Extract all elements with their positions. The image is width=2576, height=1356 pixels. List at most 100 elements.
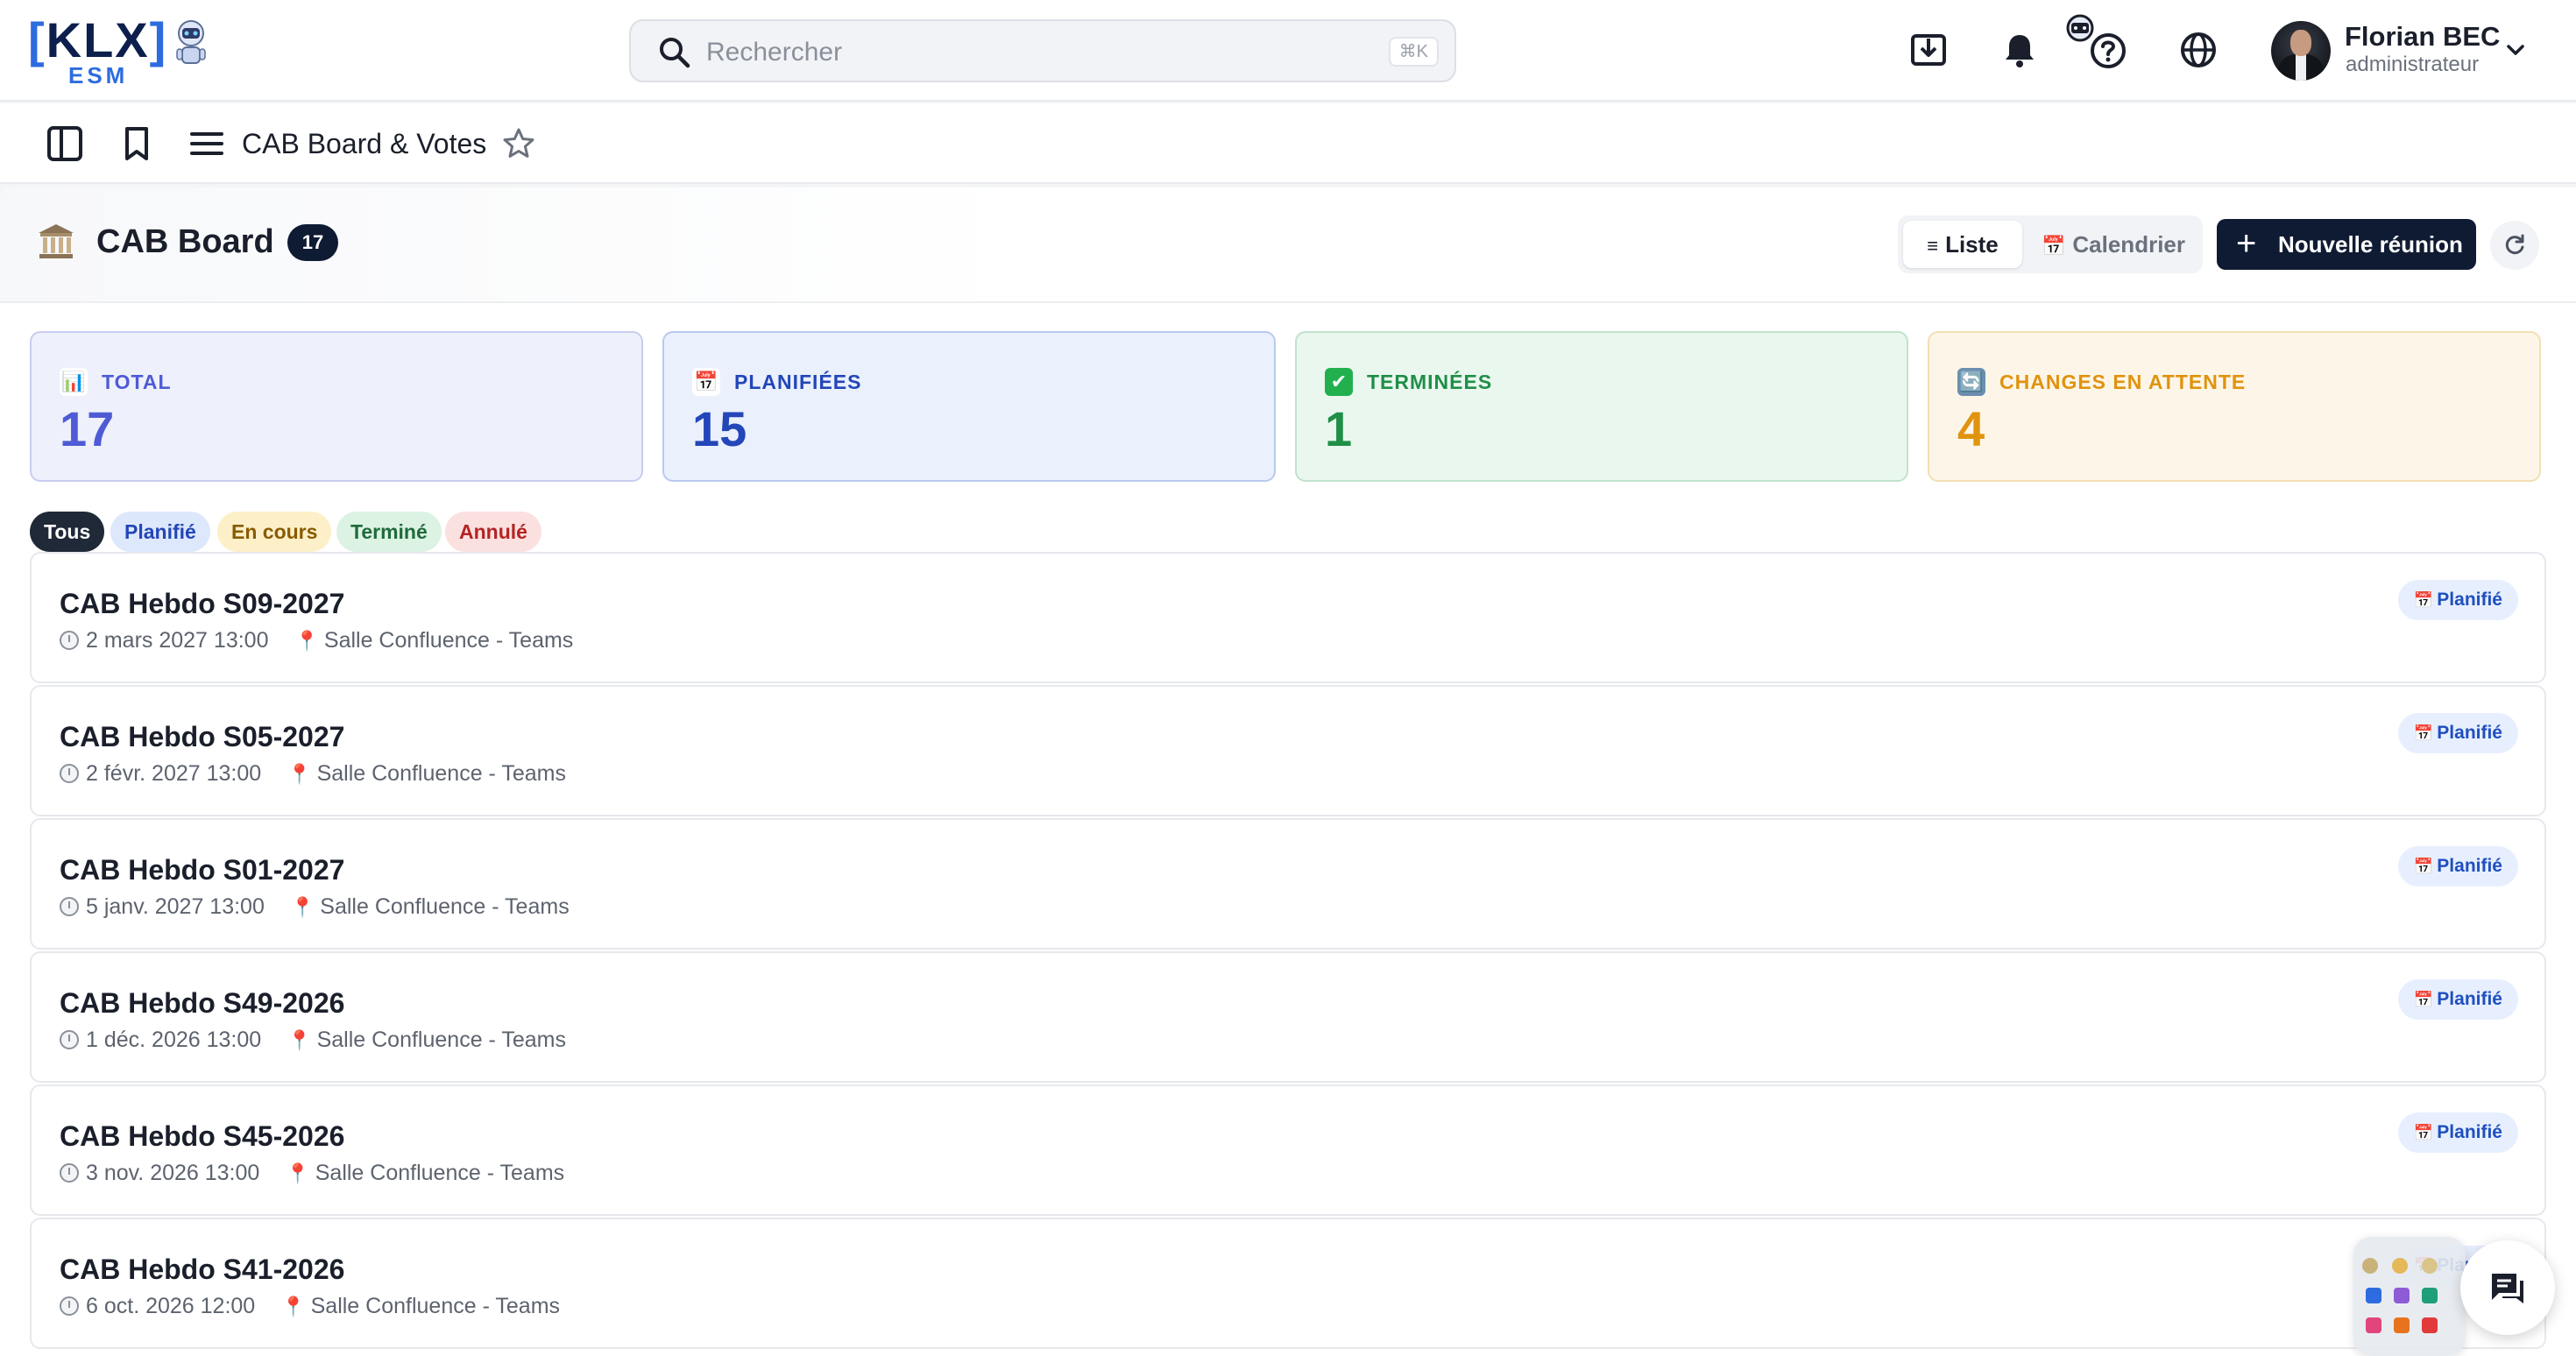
logo-klx: [KLX] — [28, 12, 168, 67]
meeting-location: Salle Confluence - Teams — [315, 1161, 565, 1185]
meeting-title[interactable]: CAB Hebdo S01-2027 — [60, 853, 344, 886]
status-badge: 📅Planifié — [2397, 979, 2518, 1020]
clock-icon — [60, 1163, 79, 1183]
calendar-icon: 📅 — [2041, 235, 2066, 257]
search-shortcut: ⌘K — [1388, 37, 1439, 67]
clock-icon — [60, 897, 79, 916]
location-pin-icon: 📍 — [294, 630, 319, 652]
stat-label: PLANIFIÉES — [734, 371, 862, 393]
page-title: CAB Board — [96, 223, 274, 260]
search-icon — [660, 38, 690, 68]
list-icon: ≡ — [1927, 235, 1939, 257]
robot-help-icon[interactable] — [2061, 11, 2131, 74]
search-placeholder[interactable]: Rechercher — [706, 39, 842, 67]
menu-icon[interactable] — [186, 123, 228, 165]
sidebar-toggle-icon[interactable] — [44, 123, 86, 165]
location-pin-icon: 📍 — [290, 896, 315, 918]
meeting-title[interactable]: CAB Hebdo S49-2026 — [60, 986, 344, 1020]
bookmark-icon[interactable] — [116, 123, 158, 165]
meeting-title[interactable]: CAB Hebdo S09-2027 — [60, 587, 344, 620]
user-name[interactable]: Florian BEC — [2345, 21, 2500, 53]
meeting-date: 2 févr. 2027 13:00 — [86, 761, 262, 786]
calendar-icon: 📅 — [2413, 1124, 2434, 1141]
globe-icon[interactable] — [2175, 26, 2222, 74]
meeting-row[interactable]: CAB Hebdo S09-2027 2 mars 2027 13:00 📍 Sall… — [30, 552, 2546, 683]
refresh-icon — [2505, 234, 2524, 255]
apps-launcher-widget[interactable] — [2353, 1237, 2466, 1356]
clock-icon — [60, 1296, 79, 1316]
filter-chip-planifi-[interactable]: Planifié — [110, 512, 210, 552]
global-search[interactable]: Rechercher ⌘K — [629, 19, 1456, 82]
filter-chip-tous[interactable]: Tous — [30, 512, 105, 552]
stat-value: 4 — [1957, 401, 1985, 456]
stat-card-3[interactable]: 🔄 CHANGES EN ATTENTE 4 — [1928, 331, 2541, 482]
meeting-meta: 5 janv. 2027 13:00 📍 Salle Confluence - Te… — [60, 893, 570, 921]
chat-bubble-icon — [2492, 1274, 2523, 1303]
location-pin-icon: 📍 — [287, 1029, 312, 1051]
download-icon[interactable] — [1905, 26, 1952, 74]
meeting-location: Salle Confluence - Teams — [316, 1028, 566, 1052]
meeting-location: Salle Confluence - Teams — [320, 894, 570, 919]
stat-card-2[interactable]: ✔ TERMINÉES 1 — [1295, 331, 1908, 482]
meeting-date: 1 déc. 2026 13:00 — [86, 1028, 262, 1052]
meeting-meta: 3 nov. 2026 13:00 📍 Salle Confluence - Tea… — [60, 1160, 564, 1187]
main-panel: CAB Board 17 ≡ Liste 📅 Calendrier + Nouvel… — [0, 187, 2576, 1356]
status-badge: 📅Planifié — [2397, 1112, 2518, 1153]
meeting-location: Salle Confluence - Teams — [310, 1294, 561, 1318]
stat-label: TOTAL — [102, 371, 172, 393]
status-badge: 📅Planifié — [2397, 580, 2518, 620]
clock-icon — [60, 1030, 79, 1049]
meeting-row[interactable]: CAB Hebdo S45-2026 3 nov. 2026 13:00 📍 Sall… — [30, 1084, 2546, 1216]
top-header: [KLX] ESM Rechercher ⌘K Florian BEC admi… — [0, 0, 2576, 102]
stat-value: 15 — [692, 401, 747, 456]
filter-chip-termin-[interactable]: Terminé — [336, 512, 442, 552]
app-logo[interactable]: [KLX] ESM — [28, 14, 212, 88]
location-pin-icon: 📍 — [287, 763, 312, 785]
location-pin-icon: 📍 — [281, 1296, 306, 1317]
chart-bar-icon: 📊 — [60, 368, 88, 396]
meeting-meta: 2 mars 2027 13:00 📍 Salle Confluence - Tea… — [60, 627, 573, 654]
meeting-title[interactable]: CAB Hebdo S41-2026 — [60, 1253, 344, 1286]
chevron-down-icon[interactable] — [2504, 39, 2527, 61]
stat-card-0[interactable]: 📊 TOTAL 17 — [30, 331, 643, 482]
meeting-title[interactable]: CAB Hebdo S45-2026 — [60, 1119, 344, 1153]
calendar-icon: 📅 — [2413, 991, 2434, 1008]
breadcrumb-bar: CAB Board & Votes — [0, 103, 2576, 184]
avatar[interactable] — [2271, 21, 2331, 81]
meeting-location: Salle Confluence - Teams — [316, 761, 566, 786]
robot-mascot-icon — [176, 20, 206, 64]
star-favorite-icon[interactable] — [499, 124, 538, 163]
meeting-date: 3 nov. 2026 13:00 — [86, 1161, 260, 1185]
refresh-button[interactable] — [2490, 221, 2539, 270]
meeting-meta: 1 déc. 2026 13:00 📍 Salle Confluence - Tea… — [60, 1027, 566, 1054]
stat-value: 1 — [1325, 401, 1353, 456]
filter-chip-en-cours[interactable]: En cours — [217, 512, 332, 552]
clock-icon — [60, 631, 79, 650]
view-toggle: ≡ Liste 📅 Calendrier — [1898, 215, 2203, 273]
calendar-icon: 📅 — [2413, 724, 2434, 742]
view-calendar-button[interactable]: 📅 Calendrier — [2029, 221, 2197, 268]
chat-button[interactable] — [2460, 1240, 2555, 1335]
meeting-count-badge: 17 — [287, 224, 338, 261]
meeting-date: 5 janv. 2027 13:00 — [86, 894, 265, 919]
new-meeting-button[interactable]: + Nouvelle réunion — [2217, 219, 2476, 270]
status-badge: 📅Planifié — [2397, 713, 2518, 753]
meeting-title[interactable]: CAB Hebdo S05-2027 — [60, 720, 344, 753]
meeting-meta: 6 oct. 2026 12:00 📍 Salle Confluence - Tea… — [60, 1293, 560, 1320]
bell-icon[interactable] — [1996, 26, 2043, 74]
meeting-date: 6 oct. 2026 12:00 — [86, 1294, 256, 1318]
calendar-icon: 📅 — [2413, 591, 2434, 609]
meeting-row[interactable]: CAB Hebdo S41-2026 6 oct. 2026 12:00 📍 Sall… — [30, 1218, 2546, 1349]
view-list-button[interactable]: ≡ Liste — [1903, 221, 2022, 268]
logo-esm: ESM — [68, 62, 129, 88]
calendar-icon: 📅 — [692, 368, 720, 396]
user-role: administrateur — [2346, 53, 2480, 76]
clock-icon — [60, 764, 79, 783]
stat-card-1[interactable]: 📅 PLANIFIÉES 15 — [662, 331, 1276, 482]
meeting-row[interactable]: CAB Hebdo S05-2027 2 févr. 2027 13:00 📍 Sal… — [30, 685, 2546, 816]
classical-building-icon — [39, 224, 74, 258]
meeting-row[interactable]: CAB Hebdo S49-2026 1 déc. 2026 13:00 📍 Sall… — [30, 951, 2546, 1083]
filter-chip-annul-[interactable]: Annulé — [445, 512, 541, 552]
page-breadcrumb-title: CAB Board & Votes — [242, 128, 487, 159]
meeting-row[interactable]: CAB Hebdo S01-2027 5 janv. 2027 13:00 📍 Sal… — [30, 818, 2546, 950]
